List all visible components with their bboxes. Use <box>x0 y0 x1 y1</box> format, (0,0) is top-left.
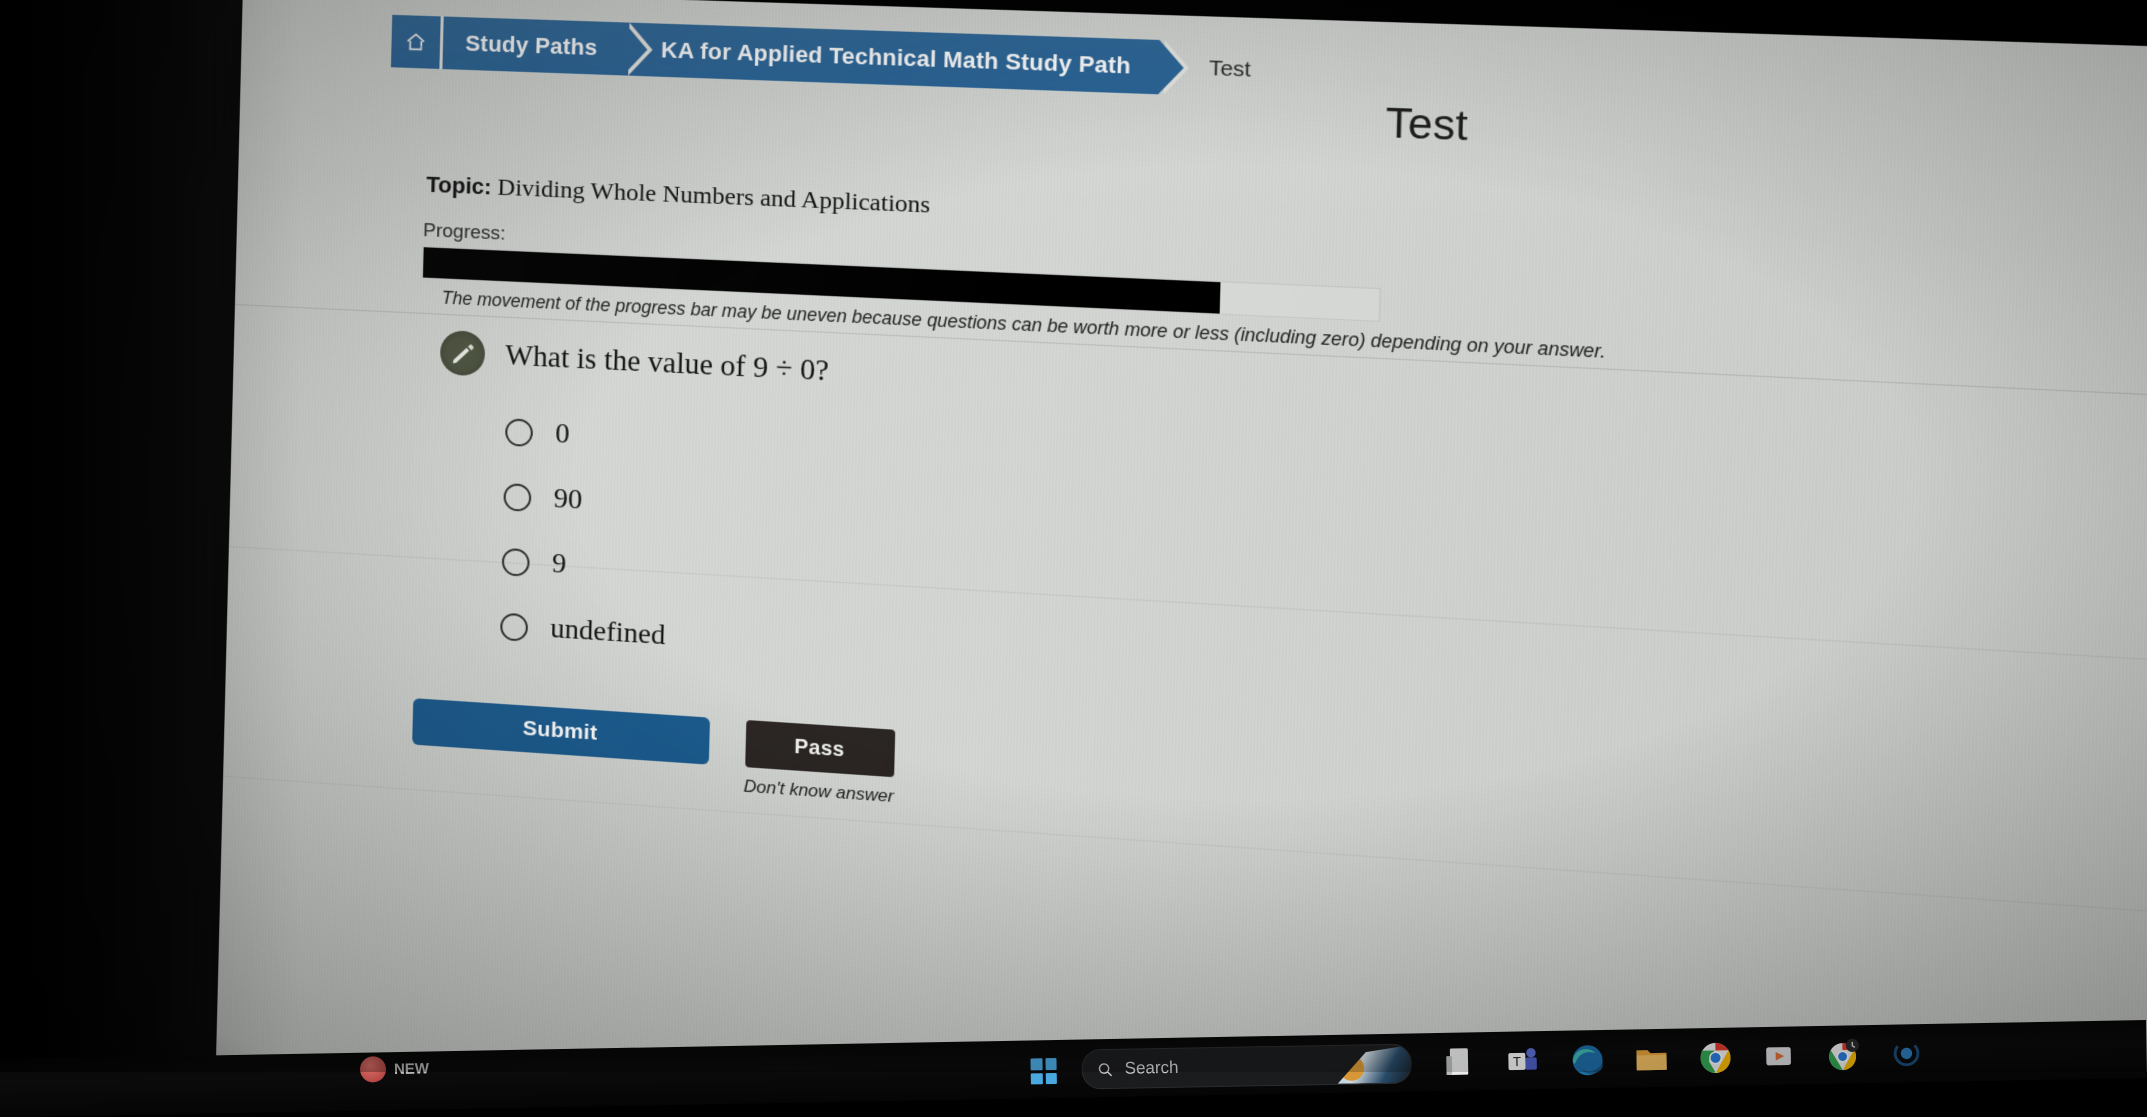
breadcrumb-item-study-path[interactable]: KA for Applied Technical Math Study Path <box>623 22 1160 95</box>
answer-option[interactable]: undefined <box>500 596 667 665</box>
topic-line: Topic: Dividing Whole Numbers and Applic… <box>426 172 931 220</box>
home-icon[interactable] <box>390 14 444 70</box>
chrome-icon[interactable] <box>1697 1040 1734 1077</box>
breadcrumb: Study Paths KA for Applied Technical Mat… <box>390 14 1252 98</box>
answer-label: 0 <box>554 417 571 450</box>
action-buttons: Submit Pass Don't know answer <box>411 698 895 807</box>
pass-caption: Don't know answer <box>743 776 894 807</box>
loading-spinner-icon[interactable] <box>1889 1036 1926 1073</box>
svg-text:T: T <box>1513 1054 1521 1069</box>
stray-label: NEW <box>393 1059 430 1078</box>
search-icon <box>1098 1062 1113 1076</box>
radio-button[interactable] <box>501 547 530 577</box>
search-placeholder: Search <box>1124 1057 1179 1078</box>
monitor-screen-wrapper: Study Paths KA for Applied Technical Mat… <box>0 0 2147 1072</box>
answer-label: 90 <box>553 482 583 516</box>
chrome-badge-icon[interactable] <box>1825 1037 1862 1074</box>
question-row: What is the value of 9 ÷ 0? <box>439 329 830 394</box>
radio-button[interactable] <box>504 417 534 447</box>
teams-icon[interactable]: T <box>1505 1043 1542 1080</box>
taskbar-stray-item[interactable]: NEW <box>359 1055 430 1083</box>
progress-label: Progress: <box>422 219 506 245</box>
question-text: What is the value of 9 ÷ 0? <box>504 338 830 388</box>
document-icon[interactable] <box>1441 1044 1478 1081</box>
web-page: Study Paths KA for Applied Technical Mat… <box>216 0 2147 1072</box>
answer-options: 0 90 9 undefined <box>499 402 671 672</box>
answer-option[interactable]: 0 <box>504 402 672 470</box>
answer-label: undefined <box>549 612 666 652</box>
radio-button[interactable] <box>503 482 532 512</box>
media-player-icon[interactable] <box>1761 1038 1798 1075</box>
monitor-screen: Study Paths KA for Applied Technical Mat… <box>215 0 2147 1072</box>
edge-icon[interactable] <box>1569 1042 1606 1079</box>
pencil-icon <box>439 329 486 377</box>
answer-label: 9 <box>551 547 567 581</box>
breadcrumb-label: KA for Applied Technical Math Study Path <box>660 36 1132 79</box>
pass-button[interactable]: Pass <box>744 719 895 778</box>
breadcrumb-item-study-paths[interactable]: Study Paths <box>442 16 625 76</box>
search-input[interactable]: Search <box>1081 1043 1412 1090</box>
stray-badge-icon <box>359 1056 387 1083</box>
page-title: Test <box>1384 100 1469 150</box>
pass-button-group: Pass Don't know answer <box>743 719 895 807</box>
windows-logo-icon[interactable] <box>1030 1050 1071 1091</box>
radio-button[interactable] <box>500 612 529 642</box>
search-wallpaper-thumb <box>1324 1044 1412 1084</box>
topic-value: Dividing Whole Numbers and Applications <box>491 174 931 219</box>
taskbar-items: Search T <box>1019 1028 1940 1097</box>
answer-option[interactable]: 90 <box>503 467 670 535</box>
submit-button[interactable]: Submit <box>412 698 710 765</box>
answer-option[interactable]: 9 <box>501 532 668 601</box>
topic-label: Topic: <box>426 171 492 200</box>
breadcrumb-label: Study Paths <box>465 30 598 61</box>
